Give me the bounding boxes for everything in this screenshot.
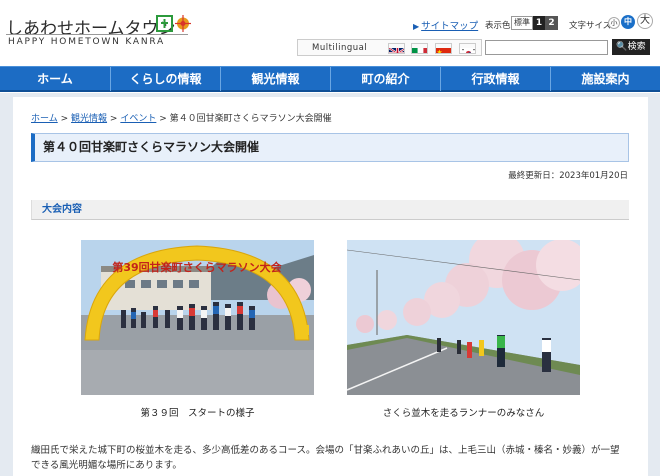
- arch-banner-text: 第39回甘楽町さくらマラソン大会: [112, 260, 282, 274]
- breadcrumb-current: 第４０回甘楽町さくらマラソン大会開催: [169, 114, 332, 124]
- breadcrumb: ホーム > 観光情報 > イベント > 第４０回甘楽町さくらマラソン大会開催: [31, 111, 332, 124]
- italian-flag-icon[interactable]: [411, 43, 428, 54]
- breadcrumb-event-link[interactable]: イベント: [120, 114, 156, 124]
- contrast-label: 表示色: [485, 21, 511, 31]
- font-size-label: 文字サイズ: [569, 21, 612, 31]
- search-input[interactable]: [485, 40, 608, 55]
- contrast-2-button[interactable]: 2: [545, 16, 558, 30]
- nav-item-facilities[interactable]: 施設案内: [550, 67, 660, 91]
- nav-item-administration[interactable]: 行政情報: [440, 67, 550, 91]
- site-logo[interactable]: しあわせホームタウン HAPPY HOMETOWN KANRA: [6, 14, 196, 50]
- logo-divider: [6, 34, 188, 35]
- font-medium-button[interactable]: 中: [621, 15, 635, 29]
- sitemap-label: サイトマップ: [421, 21, 479, 32]
- site-header: しあわせホームタウン HAPPY HOMETOWN KANRA ▶ サイトマップ …: [0, 0, 660, 66]
- breadcrumb-tourism-link[interactable]: 観光情報: [71, 114, 107, 124]
- event-description: 織田氏で栄えた城下町の桜並木を走る、多少高低差のあるコース。会場の「甘楽ふれあい…: [31, 443, 631, 473]
- nav-item-tourism[interactable]: 観光情報: [220, 67, 330, 91]
- start-photo: 第39回甘楽町さくらマラソン大会: [81, 240, 314, 395]
- font-small-button[interactable]: 小: [608, 17, 620, 29]
- logo-mark-icon: [156, 15, 191, 32]
- nav-item-living[interactable]: くらしの情報: [110, 67, 220, 91]
- breadcrumb-separator: >: [159, 114, 167, 124]
- contrast-1-button[interactable]: 1: [533, 16, 545, 30]
- multilingual-label: Multilingual: [312, 43, 368, 53]
- font-large-button[interactable]: 大: [637, 13, 653, 29]
- nav-item-town-intro[interactable]: 町の紹介: [330, 67, 440, 91]
- breadcrumb-separator: >: [109, 114, 118, 124]
- search-button[interactable]: 🔍検索: [612, 39, 650, 55]
- global-nav: ホーム くらしの情報 観光情報 町の紹介 行政情報 施設案内: [0, 66, 660, 92]
- chinese-flag-icon[interactable]: [435, 43, 452, 54]
- search-icon: 🔍: [616, 42, 628, 52]
- arrow-right-icon: ▶: [413, 22, 420, 31]
- english-flag-icon[interactable]: [388, 43, 405, 54]
- description-line-2: できる風光明媚な場所にあります。: [31, 460, 182, 471]
- page-title: 第４０回甘楽町さくらマラソン大会開催: [31, 133, 629, 162]
- nav-item-home[interactable]: ホーム: [0, 67, 110, 91]
- section-heading: 大会内容: [31, 200, 629, 220]
- breadcrumb-home-link[interactable]: ホーム: [31, 114, 58, 124]
- logo-title: しあわせホームタウン: [6, 19, 176, 39]
- start-photo-caption: 第３９回 スタートの様子: [140, 408, 255, 419]
- contrast-standard-button[interactable]: 標準: [511, 16, 533, 30]
- breadcrumb-separator: >: [60, 114, 69, 124]
- search-button-label: 検索: [627, 42, 646, 52]
- last-updated: 最終更新日：2023年01月20日: [508, 171, 628, 181]
- korean-flag-icon[interactable]: [459, 43, 476, 54]
- cherry-blossom-photo-caption: さくら並木を走るランナーのみなさん: [382, 408, 545, 419]
- multilingual-bar: Multilingual: [297, 39, 482, 56]
- description-line-1: 織田氏で栄えた城下町の桜並木を走る、多少高低差のあるコース。会場の「甘楽ふれあい…: [31, 445, 620, 456]
- logo-subtitle: HAPPY HOMETOWN KANRA: [8, 37, 165, 47]
- cherry-blossom-photo: [347, 240, 580, 395]
- sitemap-link[interactable]: ▶ サイトマップ: [413, 18, 478, 32]
